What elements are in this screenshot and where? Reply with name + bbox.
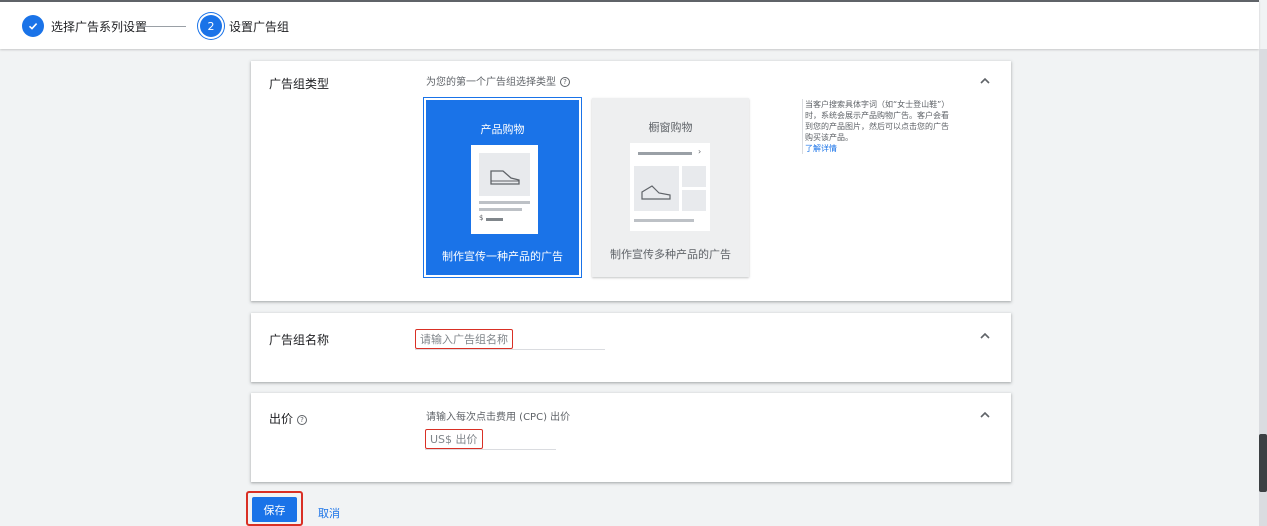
ad-group-name-title: 广告组名称 (269, 333, 330, 347)
ad-group-name-card: 广告组名称 请输入广告组名称 (251, 313, 1011, 382)
save-button-highlight: 保存 (246, 491, 303, 526)
step-connector (143, 26, 186, 27)
bid-placeholder: US$ 出价 (425, 429, 483, 449)
boot-icon (682, 166, 706, 187)
option-showcase-shopping-desc: 制作宣传多种产品的广告 (610, 248, 731, 261)
ad-type-explanation-text: 当客户搜索具体字词（如“女士登山鞋”）时，系统会展示产品购物广告。客户会看到您的… (805, 100, 950, 142)
bid-title-text: 出价 (269, 412, 294, 426)
ad-group-name-placeholder: 请输入广告组名称 (415, 329, 513, 349)
save-button[interactable]: 保存 (252, 497, 297, 522)
shoe-icon (641, 185, 671, 200)
check-icon (22, 15, 44, 37)
option-product-shopping[interactable]: 产品购物 $ 制作宣传一种产品的广告 (424, 98, 581, 277)
option-product-shopping-desc: 制作宣传一种产品的广告 (442, 250, 563, 263)
chevron-up-icon[interactable] (979, 74, 991, 88)
chevron-up-icon[interactable] (979, 329, 991, 343)
ad-group-type-hint: 为您的第一个广告组选择类型? (426, 73, 570, 88)
ad-group-type-title: 广告组类型 (269, 77, 330, 91)
option-product-shopping-name: 产品购物 (480, 123, 525, 136)
help-icon[interactable]: ? (297, 414, 308, 425)
stepper-bar: 选择广告系列设置 2 设置广告组 (0, 0, 1259, 49)
chevron-up-icon[interactable] (979, 408, 991, 422)
bid-title: 出价? (269, 410, 308, 427)
chevron-right-icon: › (698, 147, 702, 156)
bid-hint: 请输入每次点击费用 (CPC) 出价 (426, 412, 571, 423)
bid-input[interactable]: US$ 出价 (425, 427, 556, 450)
price-glyph: $ (479, 214, 484, 222)
help-icon[interactable]: ? (560, 77, 570, 87)
ad-group-type-hint-text: 为您的第一个广告组选择类型 (426, 77, 556, 88)
ad-group-name-input[interactable]: 请输入广告组名称 (415, 327, 605, 350)
learn-more-link[interactable]: 了解详情 (805, 144, 837, 153)
step-1-label: 选择广告系列设置 (51, 19, 148, 34)
step-2[interactable]: 2 设置广告组 (200, 15, 289, 37)
step-2-label: 设置广告组 (229, 19, 290, 34)
product-card-illustration: $ (471, 145, 538, 234)
hiking-shoes-image (634, 166, 679, 211)
option-showcase-shopping-name: 橱窗购物 (648, 121, 693, 134)
bid-card: 出价? 请输入每次点击费用 (CPC) 出价 US$ 出价 (251, 393, 1011, 482)
shoe-image-box (479, 153, 530, 196)
step-1[interactable]: 选择广告系列设置 (22, 15, 147, 37)
heel-icon (682, 190, 706, 211)
cancel-button[interactable]: 取消 (318, 505, 340, 521)
scrollbar-thumb[interactable] (1259, 434, 1267, 492)
step-2-number: 2 (200, 15, 222, 37)
shoe-icon (490, 170, 520, 185)
ad-group-type-card: 广告组类型 为您的第一个广告组选择类型? 产品购物 $ 制作宣传一种产品的广告 … (251, 61, 1011, 301)
option-showcase-shopping[interactable]: 橱窗购物 › 制作宣传多种产品的广告 (592, 98, 749, 277)
showcase-illustration: › (630, 143, 710, 231)
ad-type-explanation: 当客户搜索具体字词（如“女士登山鞋”）时，系统会展示产品购物广告。客户会看到您的… (802, 99, 956, 154)
